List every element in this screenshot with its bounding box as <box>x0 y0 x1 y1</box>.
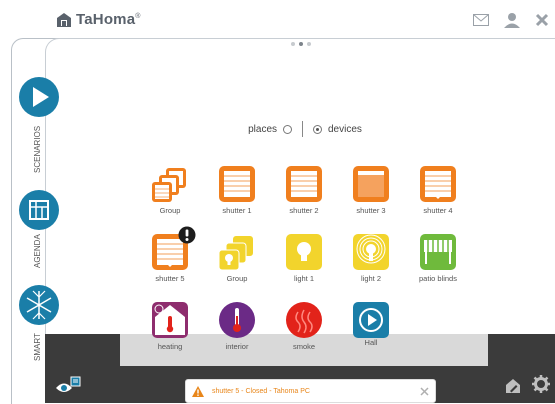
device-label: light 2 <box>360 274 381 283</box>
device-label: Hall <box>364 338 378 347</box>
device-label: heating <box>157 342 183 351</box>
device-tile[interactable]: shutter 3 <box>336 162 406 224</box>
warning-icon <box>192 385 204 397</box>
scenarios-button[interactable] <box>19 77 59 117</box>
app-logo: TaHoma® <box>56 11 141 28</box>
device-label: shutter 3 <box>356 206 386 215</box>
tab-divider <box>302 121 303 137</box>
smart-label: SMART <box>33 333 42 361</box>
smoke-icon <box>286 302 322 338</box>
mail-icon[interactable] <box>473 14 489 26</box>
thermometer-icon <box>219 302 255 338</box>
shutter-closed-icon <box>353 166 389 202</box>
devices-radio[interactable] <box>313 124 322 134</box>
agenda-button[interactable] <box>19 190 59 230</box>
play-icon <box>33 87 49 107</box>
awning-icon <box>420 234 456 270</box>
places-tab[interactable]: places <box>248 124 277 135</box>
device-label: Group <box>159 206 181 215</box>
device-label: interior <box>225 342 249 351</box>
top-toolbar <box>473 12 549 28</box>
calendar-icon <box>29 200 49 220</box>
eye-icon[interactable] <box>55 376 81 396</box>
shutter-icon <box>219 166 255 202</box>
places-radio[interactable] <box>283 124 292 134</box>
user-icon[interactable] <box>503 12 521 28</box>
devices-tab[interactable]: devices <box>328 124 362 135</box>
snowflake-icon <box>26 290 52 320</box>
notification-text: shutter 5 - Closed - Tahoma PC <box>212 387 310 395</box>
device-tile[interactable]: heating <box>135 298 205 360</box>
scenarios-label: SCENARIOS <box>33 125 42 173</box>
device-tile[interactable]: smoke <box>269 298 339 360</box>
shutter-down-icon <box>420 166 456 202</box>
gear-icon[interactable] <box>532 375 550 393</box>
notification-bar[interactable]: shutter 5 - Closed - Tahoma PC <box>185 379 436 403</box>
app-name: TaHoma® <box>76 11 141 28</box>
page-indicator <box>291 42 311 46</box>
device-tile[interactable]: shutter 4 <box>403 162 473 224</box>
device-tile[interactable]: shutter 2 <box>269 162 339 224</box>
view-switch: places devices <box>210 121 400 137</box>
device-tile[interactable]: Group <box>135 162 205 224</box>
device-label: shutter 4 <box>423 206 453 215</box>
shutter-icon <box>286 166 322 202</box>
device-label: Group <box>226 274 248 283</box>
page-dot-active[interactable] <box>299 42 303 46</box>
close-icon[interactable] <box>535 13 549 27</box>
page-dot[interactable] <box>291 42 295 46</box>
device-label: shutter 1 <box>222 206 252 215</box>
play-icon <box>353 302 389 338</box>
heating-icon <box>152 302 188 338</box>
close-icon[interactable] <box>420 386 429 396</box>
alert-icon <box>178 226 196 244</box>
home-edit-icon[interactable] <box>505 378 521 394</box>
device-label: shutter 5 <box>155 274 185 283</box>
device-label: light 1 <box>293 274 314 283</box>
device-tile[interactable]: patio blinds <box>403 230 473 292</box>
device-label: shutter 2 <box>289 206 319 215</box>
device-tile[interactable]: shutter 1 <box>202 162 272 224</box>
device-tile[interactable]: Group <box>202 230 272 292</box>
agenda-label: AGENDA <box>33 234 42 268</box>
light-icon <box>286 234 322 270</box>
light-on-icon <box>353 234 389 270</box>
device-tile[interactable]: shutter 5 <box>135 226 205 292</box>
light-group-icon <box>219 236 253 270</box>
device-label: smoke <box>292 342 316 351</box>
shutter-group-icon <box>152 168 186 202</box>
device-tile[interactable]: interior <box>202 298 272 360</box>
page-dot[interactable] <box>307 42 311 46</box>
device-tile[interactable]: light 2 <box>336 230 406 292</box>
device-tile[interactable]: Hall <box>336 298 406 360</box>
smart-button[interactable] <box>19 285 59 325</box>
device-grid: Group shutter 1 shutter 2 shutter 3 shut… <box>121 162 489 362</box>
device-label: patio blinds <box>419 274 457 283</box>
device-tile[interactable]: light 1 <box>269 230 339 292</box>
house-logo-icon <box>57 12 71 27</box>
